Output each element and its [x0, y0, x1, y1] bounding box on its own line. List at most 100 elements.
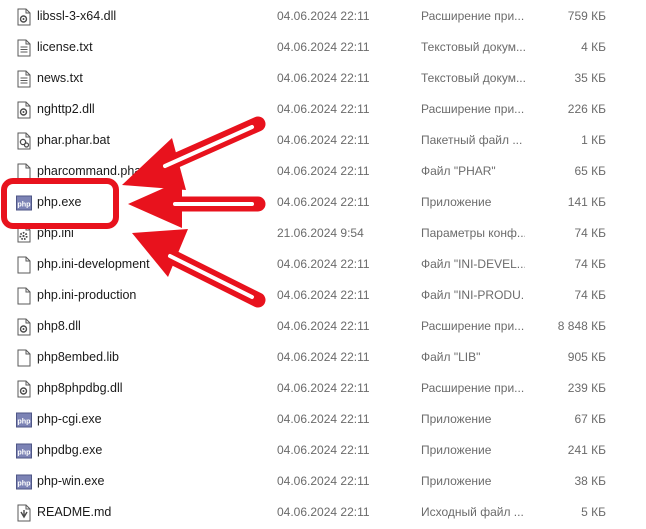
file-type: Приложение: [421, 443, 492, 457]
file-name[interactable]: php-cgi.exe: [37, 412, 102, 426]
dll-icon: [16, 8, 32, 26]
file-date-modified: 04.06.2024 22:11: [277, 412, 370, 426]
blank-file-icon: [16, 163, 32, 181]
file-row[interactable]: pharcommand.phar 04.06.2024 22:11 Файл "PH…: [0, 157, 646, 188]
php-exe-icon: php: [16, 442, 32, 460]
file-row[interactable]: php phpdbg.exe 04.06.2024 22:11 Приложение 2…: [0, 436, 646, 467]
file-date-modified: 04.06.2024 22:11: [277, 164, 370, 178]
file-name[interactable]: license.txt: [37, 40, 93, 54]
file-date-modified: 04.06.2024 22:11: [277, 40, 370, 54]
file-size: 759 КБ: [567, 9, 606, 23]
file-row[interactable]: php8phpdbg.dll 04.06.2024 22:11 Расширение…: [0, 374, 646, 405]
php-exe-icon: php: [16, 473, 32, 491]
file-type: Расширение при...: [421, 102, 525, 116]
file-name[interactable]: phpdbg.exe: [37, 443, 102, 457]
file-date-modified: 04.06.2024 22:11: [277, 505, 370, 519]
file-size: 74 КБ: [574, 257, 606, 271]
file-type: Файл "INI-PRODU...: [421, 288, 525, 302]
file-name[interactable]: README.md: [37, 505, 111, 519]
file-row[interactable]: README.md 04.06.2024 22:11 Исходный файл .…: [0, 498, 646, 529]
blank-file-icon: [16, 349, 32, 367]
file-size: 226 КБ: [567, 102, 606, 116]
file-type: Текстовый докум...: [421, 71, 525, 85]
file-row[interactable]: php php-win.exe 04.06.2024 22:11 Приложение…: [0, 467, 646, 498]
file-name[interactable]: php8phpdbg.dll: [37, 381, 123, 395]
file-date-modified: 04.06.2024 22:11: [277, 474, 370, 488]
file-type: Файл "PHAR": [421, 164, 496, 178]
file-type: Расширение при...: [421, 9, 525, 23]
file-type: Приложение: [421, 474, 492, 488]
file-size: 74 КБ: [574, 288, 606, 302]
file-name[interactable]: pharcommand.phar: [37, 164, 145, 178]
blank-file-icon: [16, 256, 32, 274]
file-row[interactable]: php8embed.lib 04.06.2024 22:11 Файл "LIB" 9…: [0, 343, 646, 374]
text-file-icon: [16, 39, 32, 57]
blank-file-icon: [16, 287, 32, 305]
file-type: Пакетный файл ...: [421, 133, 523, 147]
file-type: Приложение: [421, 195, 492, 209]
file-name[interactable]: phar.phar.bat: [37, 133, 110, 147]
file-row[interactable]: php.ini 21.06.2024 9:54 Параметры конф... 7…: [0, 219, 646, 250]
file-row[interactable]: php php-cgi.exe 04.06.2024 22:11 Приложение…: [0, 405, 646, 436]
svg-text:php: php: [17, 416, 31, 425]
file-date-modified: 04.06.2024 22:11: [277, 9, 370, 23]
file-row[interactable]: nghttp2.dll 04.06.2024 22:11 Расширение пр…: [0, 95, 646, 126]
dll-icon: [16, 101, 32, 119]
file-size: 8 848 КБ: [557, 319, 606, 333]
file-size: 35 КБ: [574, 71, 606, 85]
file-row[interactable]: php.ini-development 04.06.2024 22:11 Файл …: [0, 250, 646, 281]
file-type: Файл "LIB": [421, 350, 481, 364]
file-date-modified: 04.06.2024 22:11: [277, 288, 370, 302]
file-type: Исходный файл ...: [421, 505, 524, 519]
file-date-modified: 04.06.2024 22:11: [277, 350, 370, 364]
file-name[interactable]: php8.dll: [37, 319, 81, 333]
markdown-file-icon: [16, 504, 32, 522]
file-date-modified: 04.06.2024 22:11: [277, 71, 370, 85]
file-size: 239 КБ: [567, 381, 606, 395]
config-file-icon: [16, 225, 32, 243]
file-row[interactable]: php.ini-production 04.06.2024 22:11 Файл "…: [0, 281, 646, 312]
file-type: Расширение при...: [421, 381, 525, 395]
file-name[interactable]: news.txt: [37, 71, 83, 85]
file-size: 905 КБ: [567, 350, 606, 364]
file-type: Расширение при...: [421, 319, 525, 333]
file-date-modified: 04.06.2024 22:11: [277, 257, 370, 271]
file-date-modified: 21.06.2024 9:54: [277, 226, 364, 240]
batch-file-icon: [16, 132, 32, 150]
text-file-icon: [16, 70, 32, 88]
file-name[interactable]: php8embed.lib: [37, 350, 119, 364]
svg-text:php: php: [17, 447, 31, 456]
file-size: 65 КБ: [574, 164, 606, 178]
file-row[interactable]: php8.dll 04.06.2024 22:11 Расширение при..…: [0, 312, 646, 343]
file-size: 4 КБ: [581, 40, 606, 54]
file-name[interactable]: php.exe: [37, 195, 81, 209]
file-name[interactable]: php-win.exe: [37, 474, 104, 488]
svg-text:php: php: [17, 199, 31, 208]
file-date-modified: 04.06.2024 22:11: [277, 102, 370, 116]
file-date-modified: 04.06.2024 22:11: [277, 443, 370, 457]
php-exe-icon: php: [16, 411, 32, 429]
file-row[interactable]: license.txt 04.06.2024 22:11 Текстовый док…: [0, 33, 646, 64]
file-row[interactable]: news.txt 04.06.2024 22:11 Текстовый докум.…: [0, 64, 646, 95]
file-size: 141 КБ: [567, 195, 606, 209]
file-name[interactable]: php.ini: [37, 226, 74, 240]
dll-icon: [16, 318, 32, 336]
file-type: Текстовый докум...: [421, 40, 525, 54]
file-type: Приложение: [421, 412, 492, 426]
file-name[interactable]: php.ini-development: [37, 257, 150, 271]
file-size: 74 КБ: [574, 226, 606, 240]
file-size: 1 КБ: [581, 133, 606, 147]
file-row[interactable]: libssl-3-x64.dll 04.06.2024 22:11 Расширен…: [0, 2, 646, 33]
php-exe-icon: php: [16, 194, 32, 212]
file-date-modified: 04.06.2024 22:11: [277, 381, 370, 395]
file-list: libssl-3-x64.dll 04.06.2024 22:11 Расширен…: [0, 0, 646, 522]
file-date-modified: 04.06.2024 22:11: [277, 133, 370, 147]
file-size: 5 КБ: [581, 505, 606, 519]
file-row[interactable]: phar.phar.bat 04.06.2024 22:11 Пакетный фа…: [0, 126, 646, 157]
file-size: 241 КБ: [567, 443, 606, 457]
file-name[interactable]: libssl-3-x64.dll: [37, 9, 116, 23]
file-size: 38 КБ: [574, 474, 606, 488]
file-row[interactable]: php php.exe 04.06.2024 22:11 Приложение 141 …: [0, 188, 646, 219]
file-name[interactable]: nghttp2.dll: [37, 102, 95, 116]
file-name[interactable]: php.ini-production: [37, 288, 136, 302]
